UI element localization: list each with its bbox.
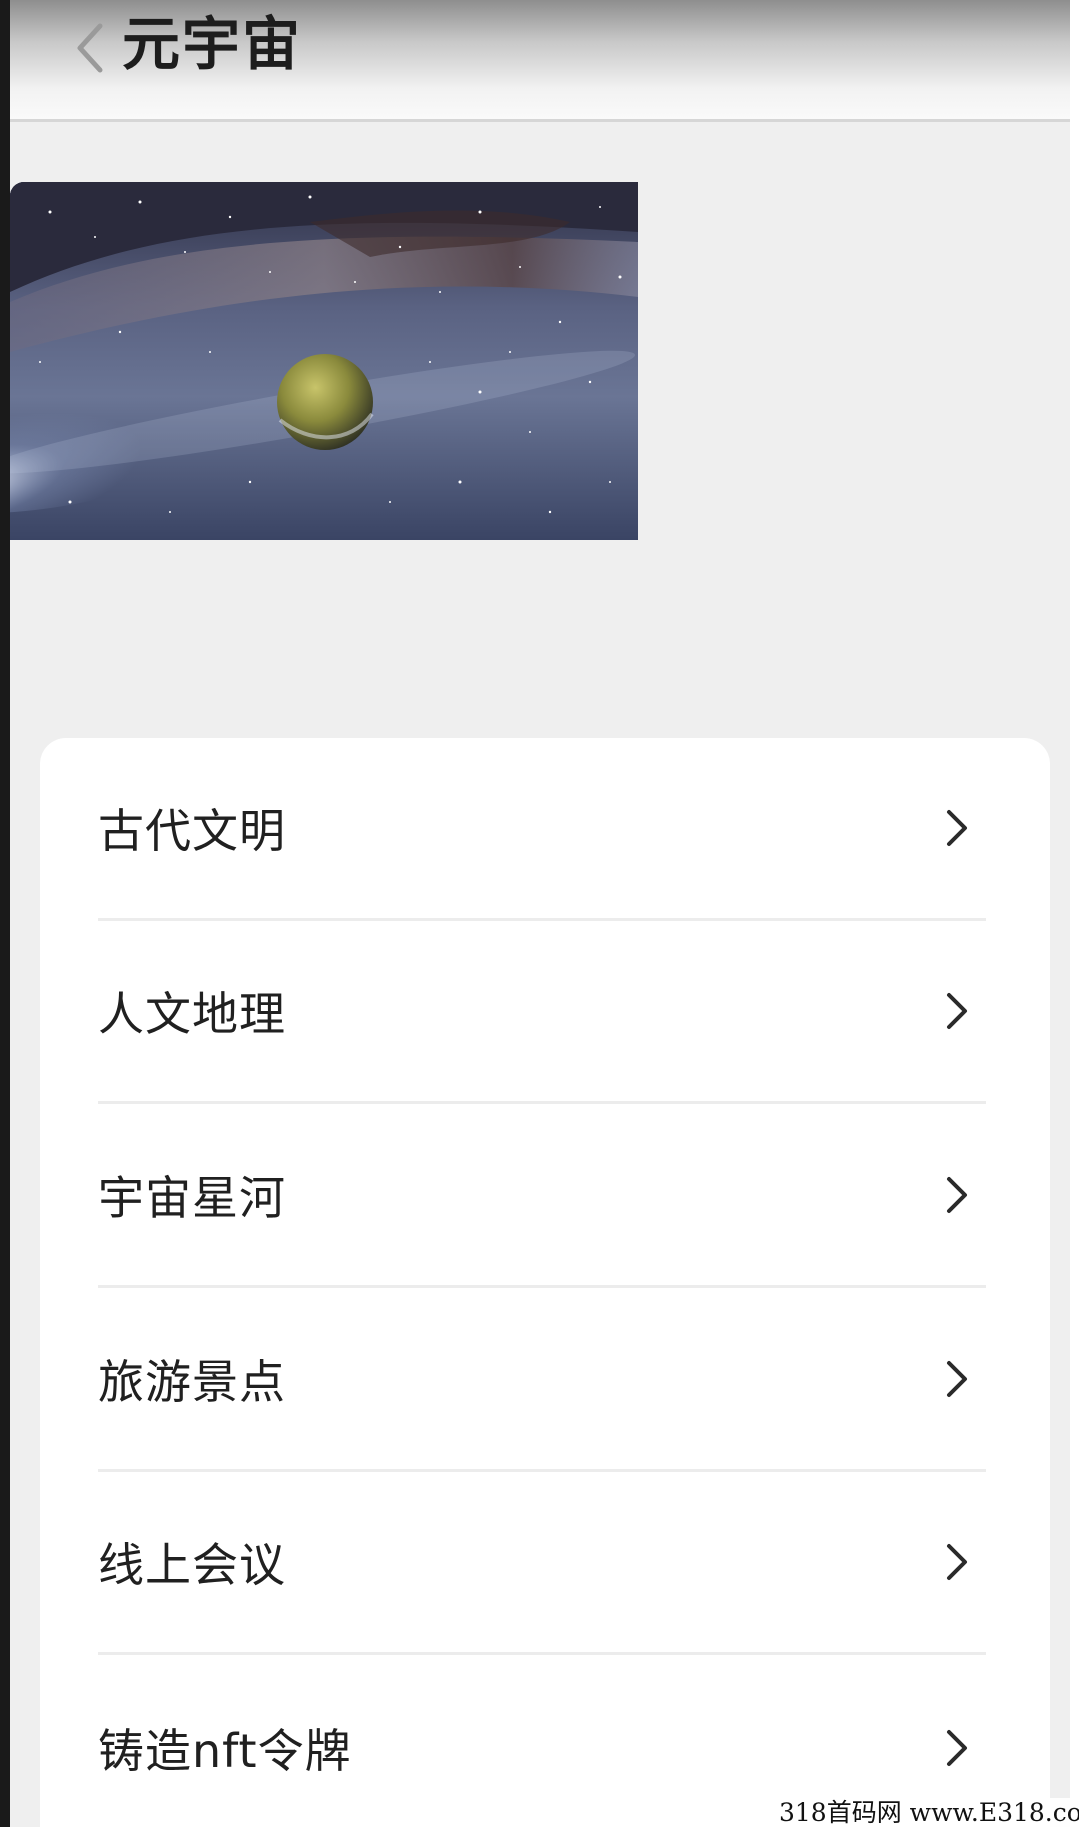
chevron-right-icon bbox=[943, 1726, 971, 1770]
chevron-right-icon bbox=[943, 1357, 971, 1401]
right-edge bbox=[1070, 0, 1079, 1827]
menu-item-galaxy[interactable]: 宇宙星河 bbox=[98, 1105, 986, 1288]
menu-item-tourist-spots[interactable]: 旅游景点 bbox=[98, 1289, 986, 1472]
menu-item-ancient-civilization[interactable]: 古代文明 bbox=[98, 738, 986, 921]
galaxy-planet-image bbox=[10, 182, 638, 540]
site-watermark: 318首码网 www.E318.com bbox=[775, 1798, 1079, 1828]
back-button[interactable] bbox=[70, 10, 120, 82]
app-screen: 元宇宙 古代文明 人文地理 宇宙星河 旅游景点 线上会议 铸造nft令牌 bbox=[10, 0, 1070, 1827]
page-title: 元宇宙 bbox=[122, 10, 303, 78]
chevron-right-icon bbox=[943, 806, 971, 850]
left-edge bbox=[0, 0, 10, 1827]
top-bar: 元宇宙 bbox=[10, 0, 1070, 122]
menu-item-label: 旅游景点 bbox=[98, 1355, 286, 1409]
chevron-right-icon bbox=[943, 1540, 971, 1584]
menu-item-label: 宇宙星河 bbox=[98, 1171, 286, 1225]
chevron-left-icon bbox=[77, 23, 103, 73]
menu-item-online-meeting[interactable]: 线上会议 bbox=[98, 1472, 986, 1655]
menu-item-label: 古代文明 bbox=[98, 804, 286, 858]
menu-card: 古代文明 人文地理 宇宙星河 旅游景点 线上会议 铸造nft令牌 bbox=[40, 738, 1050, 1827]
banner-image bbox=[10, 182, 638, 540]
chevron-right-icon bbox=[943, 989, 971, 1033]
menu-item-label: 铸造nft令牌 bbox=[98, 1723, 352, 1778]
menu-item-human-geography[interactable]: 人文地理 bbox=[98, 921, 986, 1104]
menu-item-label: 人文地理 bbox=[98, 987, 286, 1041]
menu-item-label: 线上会议 bbox=[98, 1538, 286, 1592]
chevron-right-icon bbox=[943, 1173, 971, 1217]
